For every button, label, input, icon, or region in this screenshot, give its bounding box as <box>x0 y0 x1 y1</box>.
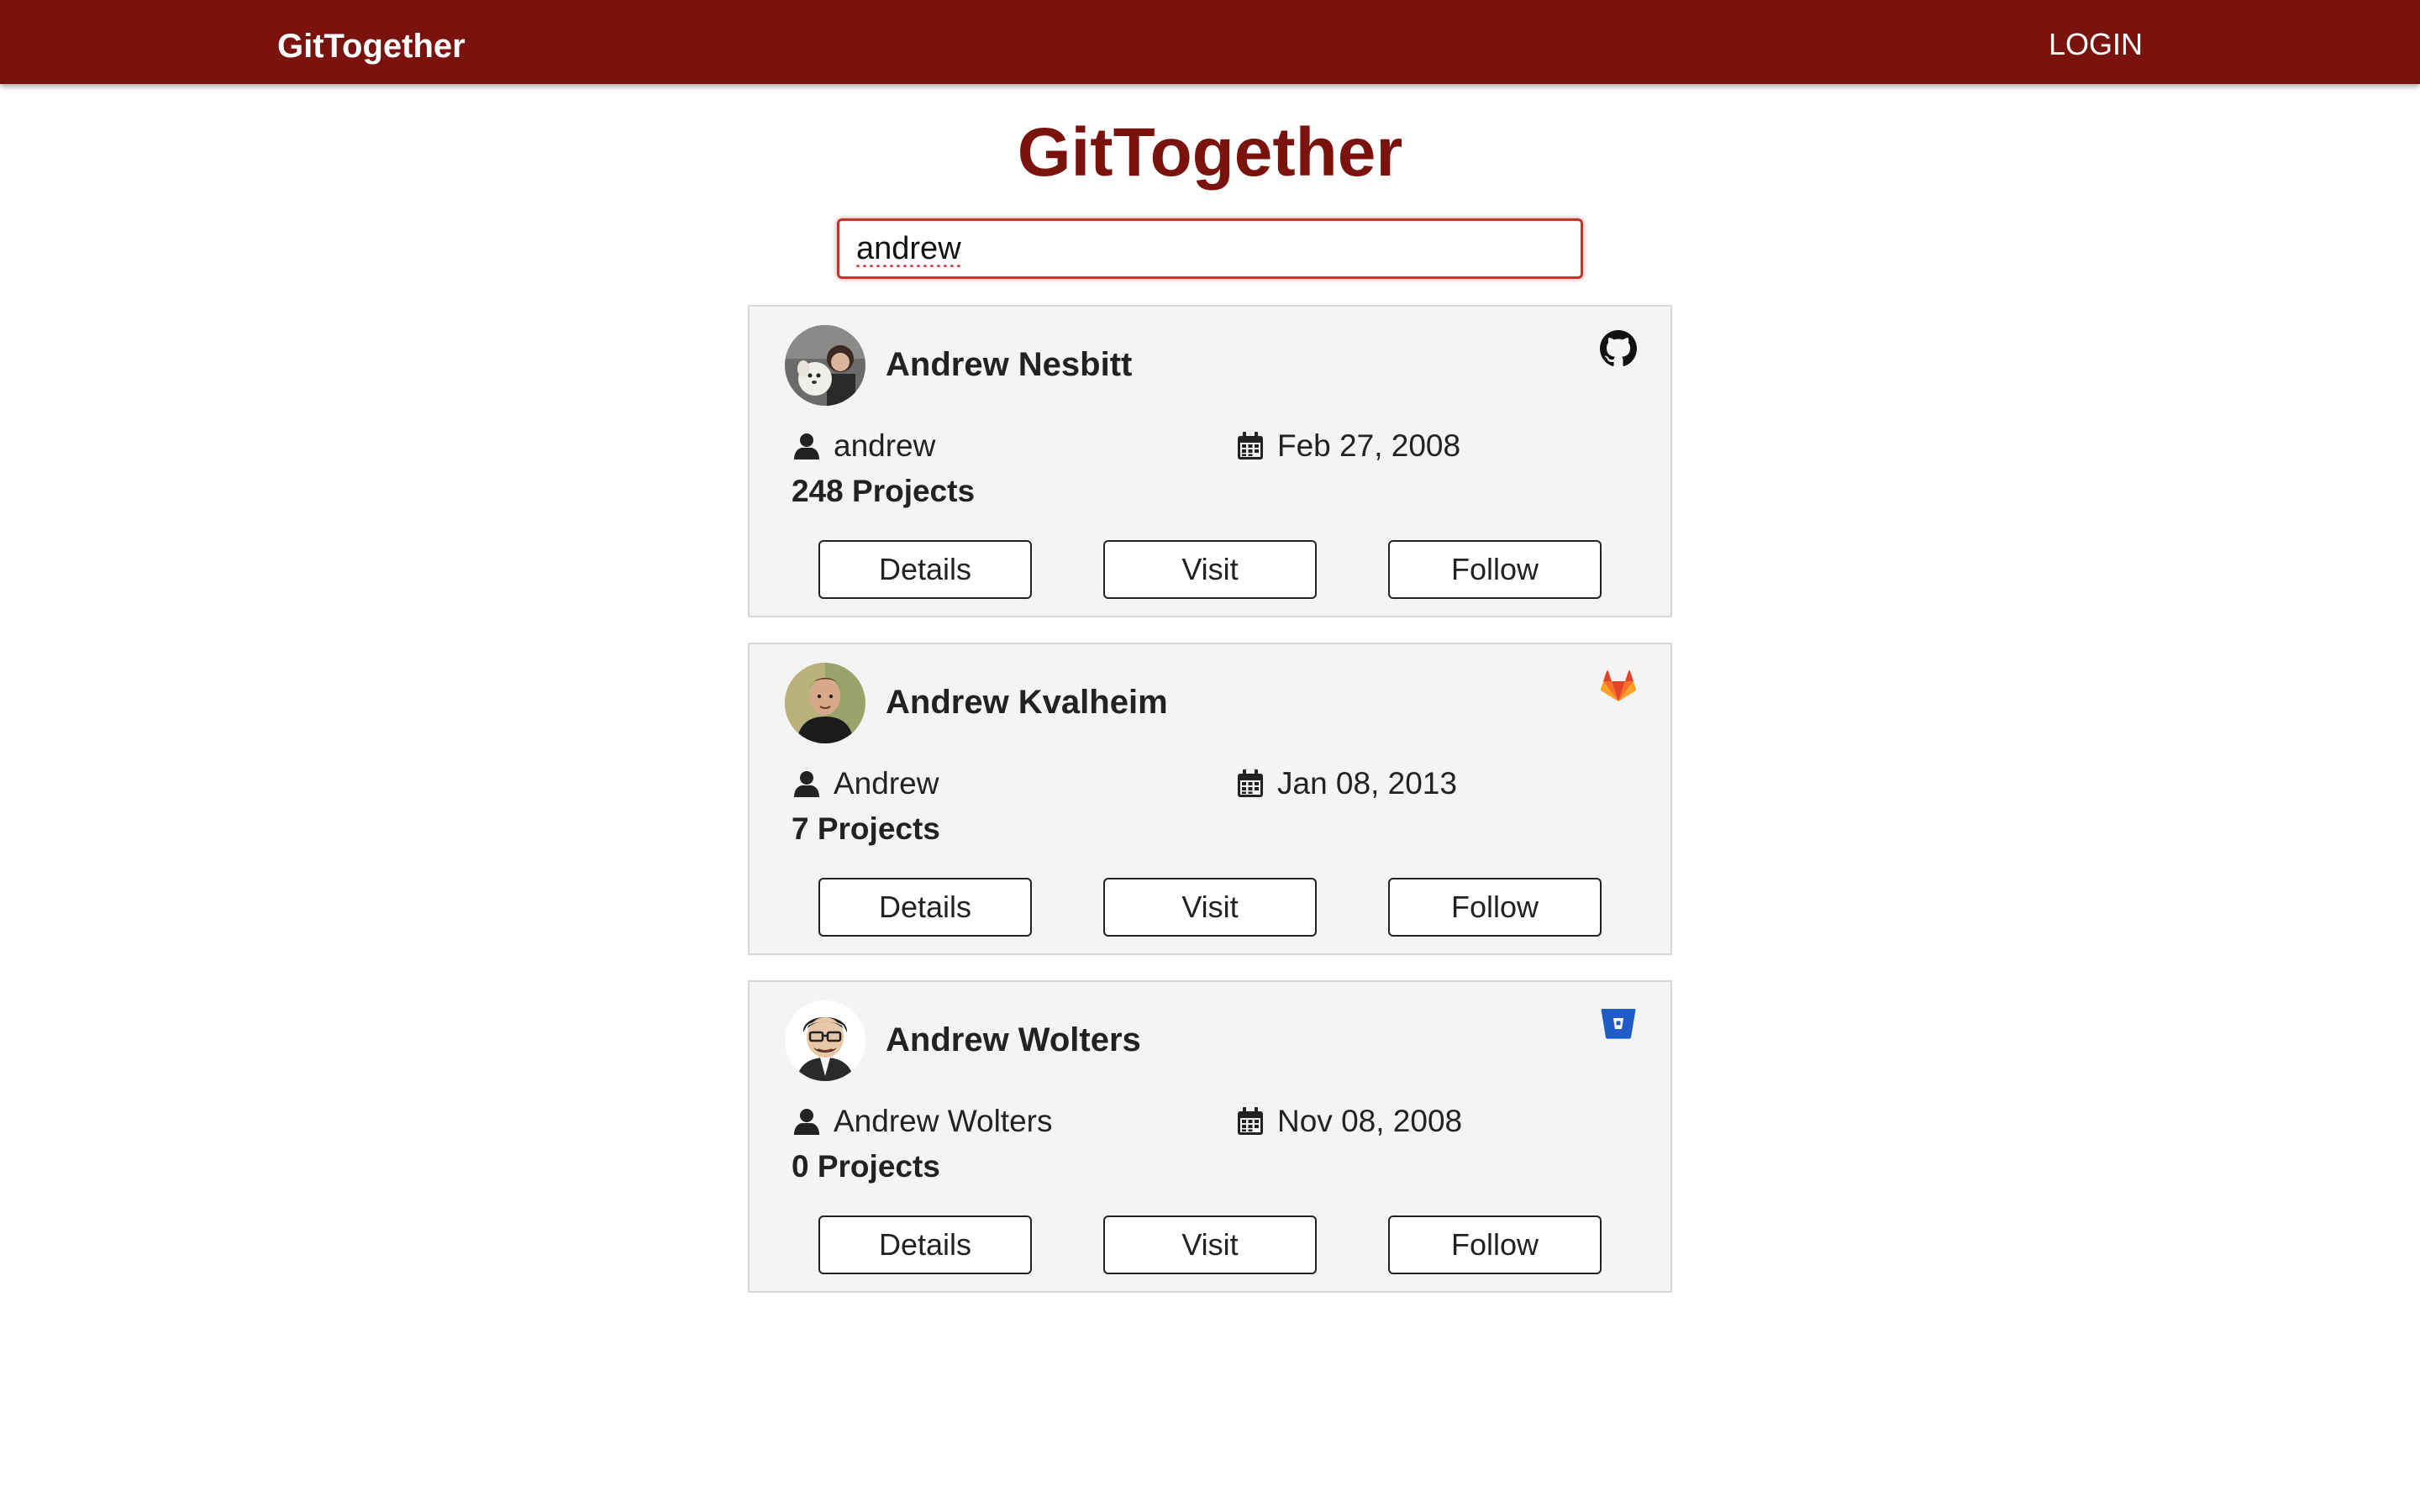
joined-date: Jan 08, 2013 <box>1277 766 1457 801</box>
username-row: Andrew <box>792 764 939 804</box>
username-row: Andrew Wolters <box>792 1101 1052 1142</box>
user-icon <box>792 1106 822 1137</box>
page-title: GitTogether <box>1017 114 1403 191</box>
username-row: andrew <box>792 426 935 466</box>
visit-button[interactable]: Visit <box>1103 1215 1317 1274</box>
user-name: Andrew Wolters <box>886 1021 1141 1058</box>
avatar <box>785 325 865 406</box>
calendar-icon <box>1235 431 1265 461</box>
joined-date-row: Nov 08, 2008 <box>1235 1101 1462 1142</box>
user-name: Andrew Nesbitt <box>886 346 1133 383</box>
calendar-icon <box>1235 1106 1265 1137</box>
user-icon <box>792 431 822 461</box>
user-icon <box>792 769 822 799</box>
joined-date-row: Feb 27, 2008 <box>1235 426 1460 466</box>
project-count: 248 Projects <box>792 474 976 508</box>
results-list: Andrew Nesbitt andrew Feb 27, 2008 248 P… <box>748 305 1672 1318</box>
follow-button[interactable]: Follow <box>1388 540 1602 599</box>
follow-button[interactable]: Follow <box>1388 878 1602 937</box>
search-input[interactable] <box>837 218 1583 279</box>
joined-date-row: Jan 08, 2013 <box>1235 764 1457 804</box>
top-navbar: GitTogether LOGIN <box>0 0 2420 84</box>
details-button[interactable]: Details <box>818 540 1032 599</box>
username: Andrew <box>834 766 939 801</box>
project-count: 7 Projects <box>792 811 940 846</box>
login-link[interactable]: LOGIN <box>2049 24 2143 65</box>
follow-button[interactable]: Follow <box>1388 1215 1602 1274</box>
user-card: Andrew Nesbitt andrew Feb 27, 2008 248 P… <box>748 305 1672 617</box>
avatar <box>785 663 865 743</box>
user-name: Andrew Kvalheim <box>886 684 1168 721</box>
details-button[interactable]: Details <box>818 1215 1032 1274</box>
details-button[interactable]: Details <box>818 878 1032 937</box>
username: andrew <box>834 428 936 463</box>
gitlab-icon[interactable] <box>1600 668 1637 705</box>
github-icon[interactable] <box>1600 330 1637 367</box>
user-card: Andrew Kvalheim Andrew Jan 08, 2013 7 Pr… <box>748 643 1672 955</box>
project-count: 0 Projects <box>792 1149 940 1184</box>
brand-logo-text[interactable]: GitTogether <box>277 25 466 67</box>
joined-date: Feb 27, 2008 <box>1277 428 1461 463</box>
calendar-icon <box>1235 769 1265 799</box>
avatar <box>785 1000 865 1081</box>
visit-button[interactable]: Visit <box>1103 878 1317 937</box>
visit-button[interactable]: Visit <box>1103 540 1317 599</box>
joined-date: Nov 08, 2008 <box>1277 1104 1463 1138</box>
user-card: Andrew Wolters Andrew Wolters Nov 08, 20… <box>748 980 1672 1293</box>
bitbucket-icon[interactable] <box>1600 1005 1637 1042</box>
username: Andrew Wolters <box>834 1104 1053 1138</box>
